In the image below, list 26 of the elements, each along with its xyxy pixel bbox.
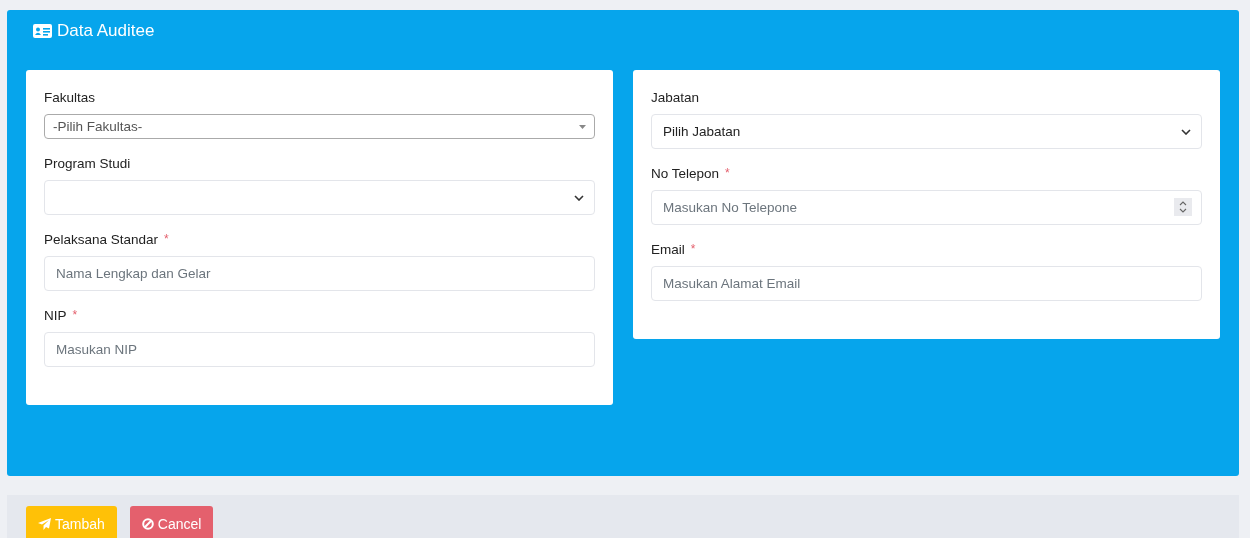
field-label: NIP	[44, 307, 67, 323]
spinner-icon[interactable]	[1174, 198, 1192, 216]
field-label: Email	[651, 241, 685, 257]
field-label: Fakultas	[44, 89, 96, 105]
select-field[interactable]: Pilih Jabatan	[651, 114, 1202, 149]
ban-icon	[141, 518, 154, 530]
field-label: Jabatan	[651, 89, 700, 105]
required-mark: *	[72, 308, 78, 322]
id-card-icon	[33, 24, 52, 38]
field-label: No Telepon	[651, 165, 720, 181]
chevron-down-icon	[1181, 128, 1191, 135]
card-title: Data Auditee	[57, 21, 155, 41]
select-field[interactable]	[44, 180, 595, 215]
input-field[interactable]: Masukan Alamat Email	[651, 266, 1202, 301]
field-label: Pelaksana Standar	[44, 231, 159, 247]
caret-icon	[579, 124, 586, 129]
input-field[interactable]: Nama Lengkap dan Gelar	[44, 256, 595, 291]
required-mark: *	[164, 232, 169, 246]
field-label: Program Studi	[44, 155, 131, 171]
required-mark: *	[725, 166, 730, 180]
input-field[interactable]: Masukan NIP	[44, 332, 595, 367]
required-mark: *	[690, 242, 696, 256]
paper-plane-icon	[38, 518, 51, 530]
chevron-down-icon	[574, 194, 584, 201]
select-field[interactable]: -Pilih Fakultas-	[44, 114, 595, 139]
input-field[interactable]: Masukan No Telepone	[651, 190, 1202, 225]
